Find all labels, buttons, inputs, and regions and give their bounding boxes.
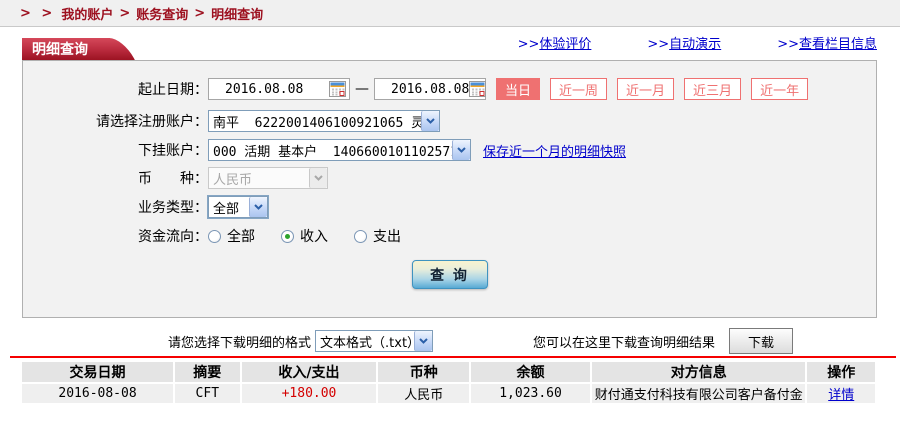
chevron-down-icon[interactable] [421, 111, 439, 131]
save-snapshot-link[interactable]: 保存近一个月的明细快照 [483, 141, 626, 160]
start-date-input[interactable]: 2016.08.08 [208, 78, 350, 100]
breadcrumb-item-my-account[interactable]: 我的账户 [61, 4, 113, 23]
cell-date: 2016-08-08 [22, 384, 173, 403]
download-row: 请您选择下载明细的格式 文本格式（.txt） 您可以在这里下载查询明细结果 下载 [0, 328, 900, 354]
fund-flow-option-expense: 支出 [373, 226, 401, 246]
sub-account-label: 下挂账户： [23, 140, 208, 160]
col-header-balance: 余额 [471, 362, 590, 382]
currency-label: 币 种： [23, 168, 208, 188]
cell-balance: 1,023.60 [471, 384, 590, 403]
quick-date-button-year[interactable]: 近一年 [751, 78, 808, 100]
link-view-column-info[interactable]: >>查看栏目信息 [777, 33, 877, 52]
col-header-currency: 币种 [378, 362, 469, 382]
col-header-counterparty: 对方信息 [592, 362, 806, 382]
register-account-label: 请选择注册账户： [23, 111, 208, 131]
chevron-down-icon[interactable] [249, 197, 267, 217]
quick-date-button-today[interactable]: 当日 [496, 78, 540, 100]
download-result-label: 您可以在这里下载查询明细结果 [533, 332, 715, 351]
date-range-row: 起止日期： 2016.08.08 — 2016.08.08 [23, 78, 876, 100]
quick-date-button-month[interactable]: 近一月 [617, 78, 674, 100]
breadcrumb-separator: > [194, 6, 205, 21]
results-table: 交易日期 摘要 收入/支出 币种 余额 对方信息 操作 2016-08-08 C… [20, 360, 877, 405]
fund-flow-label: 资金流向： [23, 226, 208, 246]
chevron-down-icon [309, 168, 327, 188]
chevron-down-icon[interactable] [414, 331, 432, 351]
chevron-down-icon[interactable] [452, 140, 470, 160]
fund-flow-radio-all[interactable] [208, 230, 221, 243]
breadcrumb-prefix: > > [20, 6, 55, 21]
cell-amount: +180.00 [242, 384, 377, 403]
table-row: 2016-08-08 CFT +180.00 人民币 1,023.60 财付通支… [22, 384, 875, 403]
breadcrumb-separator: > [119, 6, 130, 21]
business-type-label: 业务类型： [23, 197, 208, 217]
fund-flow-option-all: 全部 [227, 226, 255, 246]
register-account-row: 请选择注册账户： 南平 6222001406100921065 灵通卡 [23, 110, 876, 132]
col-header-date: 交易日期 [22, 362, 173, 382]
link-experience-rating[interactable]: >>体验评价 [518, 33, 592, 52]
fund-flow-radio-expense[interactable] [354, 230, 367, 243]
calendar-icon[interactable] [469, 81, 486, 97]
business-type-select[interactable]: 全部 [208, 196, 268, 218]
cell-summary: CFT [175, 384, 239, 403]
cell-currency: 人民币 [378, 384, 469, 403]
breadcrumb-item-detail-query[interactable]: 明细查询 [211, 4, 263, 23]
tab-detail-query[interactable]: 明细查询 [22, 38, 110, 60]
end-date-input[interactable]: 2016.08.08 [374, 78, 486, 100]
quick-date-button-week[interactable]: 近一周 [550, 78, 607, 100]
col-header-amount: 收入/支出 [242, 362, 377, 382]
quick-date-button-quarter[interactable]: 近三月 [684, 78, 741, 100]
currency-row: 币 种： 人民币 [23, 167, 876, 189]
download-button[interactable]: 下载 [729, 328, 793, 354]
col-header-action: 操作 [807, 362, 875, 382]
breadcrumb-item-account-query[interactable]: 账务查询 [136, 4, 188, 23]
register-account-select[interactable]: 南平 6222001406100921065 灵通卡 [208, 110, 440, 132]
download-format-select[interactable]: 文本格式（.txt） [315, 330, 433, 352]
section-header: 明细查询 >>体验评价 >>自动演示 >>查看栏目信息 [0, 27, 900, 60]
cell-action: 详情 [807, 384, 875, 403]
header-links: >>体验评价 >>自动演示 >>查看栏目信息 [462, 33, 877, 52]
fund-flow-row: 资金流向： 全部 收入 支出 [23, 228, 876, 244]
query-form-panel: 起止日期： 2016.08.08 — 2016.08.08 [22, 60, 877, 318]
download-format-label: 请您选择下载明细的格式 [168, 332, 311, 351]
table-top-divider [10, 356, 896, 358]
query-button[interactable]: 查 询 [412, 260, 488, 289]
sub-account-select[interactable]: 000 活期 基本户 1406600101102571848 [208, 139, 471, 161]
business-type-row: 业务类型： 全部 [23, 196, 876, 218]
breadcrumb: > > 我的账户 > 账务查询 > 明细查询 [0, 0, 900, 27]
calendar-icon[interactable] [329, 81, 346, 97]
detail-link[interactable]: 详情 [828, 388, 854, 403]
link-auto-demo[interactable]: >>自动演示 [647, 33, 721, 52]
sub-account-row: 下挂账户： 000 活期 基本户 1406600101102571848 保存近… [23, 139, 876, 161]
fund-flow-radio-income[interactable] [281, 230, 294, 243]
fund-flow-option-income: 收入 [300, 226, 328, 246]
cell-counterparty: 财付通支付科技有限公司客户备付金 [592, 384, 806, 403]
tab-label: 明细查询 [32, 39, 88, 59]
date-separator: — [355, 81, 369, 97]
col-header-summary: 摘要 [175, 362, 239, 382]
tab-swoosh-decoration [97, 38, 135, 60]
results-header-row: 交易日期 摘要 收入/支出 币种 余额 对方信息 操作 [22, 362, 875, 382]
date-range-label: 起止日期： [23, 79, 208, 99]
currency-select: 人民币 [208, 167, 328, 189]
